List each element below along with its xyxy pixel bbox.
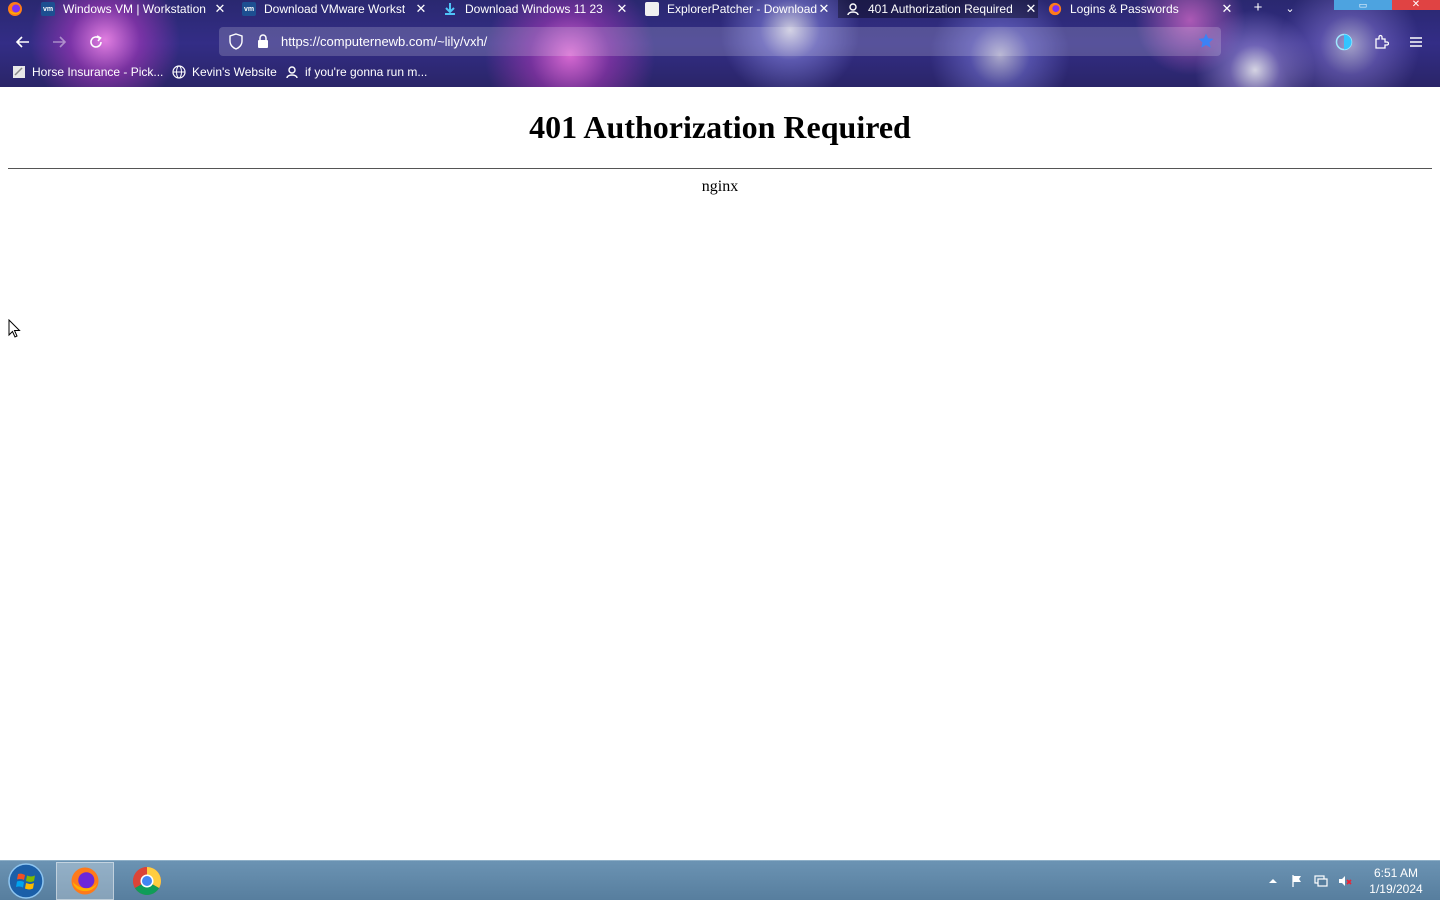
- divider: [8, 168, 1432, 169]
- bookmark-kevins-website[interactable]: Kevin's Website: [172, 63, 277, 81]
- vmware-icon: vm: [242, 2, 256, 16]
- taskbar: 6:51 AM 1/19/2024: [0, 860, 1440, 900]
- half-circle-icon: [1335, 33, 1353, 51]
- reload-button[interactable]: [84, 30, 108, 54]
- lock-icon[interactable]: [256, 33, 270, 50]
- tab-logins-passwords[interactable]: Logins & Passwords ✕: [1048, 0, 1234, 18]
- reload-icon: [90, 35, 102, 48]
- tab-download-windows[interactable]: Download Windows 11 23 ✕: [443, 0, 629, 18]
- bookmark-horse-insurance[interactable]: Horse Insurance - Pick...: [12, 63, 163, 81]
- globe-icon: [172, 65, 186, 79]
- restore-window-button[interactable]: ▭: [1334, 0, 1392, 10]
- user-icon: [285, 65, 299, 79]
- forward-button[interactable]: [47, 30, 71, 54]
- page-icon: [645, 2, 659, 16]
- new-tab-button[interactable]: +: [1250, 0, 1266, 18]
- user-icon: [846, 2, 860, 16]
- close-tab-icon[interactable]: ✕: [817, 1, 831, 17]
- arrow-right-icon: [53, 36, 67, 48]
- app-menu-button[interactable]: [1404, 30, 1428, 54]
- url-bar[interactable]: https://computernewb.com/~lily/vxh/: [219, 27, 1221, 56]
- vpn-button[interactable]: [1332, 30, 1356, 54]
- tab-windows-vm[interactable]: vm Windows VM | Workstation ✕: [41, 0, 227, 18]
- close-tab-icon[interactable]: ✕: [213, 1, 227, 17]
- mouse-cursor-icon: [8, 319, 21, 338]
- taskbar-chrome[interactable]: [118, 862, 176, 900]
- tab-download-vmware[interactable]: vm Download VMware Workst ✕: [242, 0, 428, 18]
- tab-label: ExplorerPatcher - Download: [667, 2, 817, 16]
- puzzle-icon: [1375, 34, 1389, 49]
- close-tab-icon[interactable]: ✕: [1220, 1, 1234, 17]
- chrome-icon: [133, 867, 161, 895]
- server-name: nginx: [701, 178, 739, 195]
- download-icon: [443, 2, 457, 16]
- page-icon: [12, 65, 26, 79]
- tracking-protection-icon[interactable]: [228, 33, 244, 50]
- page-title: 401 Authorization Required: [529, 109, 911, 145]
- tab-explorerpatcher[interactable]: ExplorerPatcher - Download ✕: [645, 0, 831, 18]
- windows-orb-icon: [8, 863, 44, 899]
- firefox-icon: [1048, 2, 1062, 16]
- close-tab-icon[interactable]: ✕: [615, 1, 629, 17]
- arrow-left-icon: [15, 36, 29, 48]
- bookmark-label: Horse Insurance - Pick...: [32, 65, 164, 79]
- firefox-menu-icon[interactable]: [7, 1, 23, 17]
- tab-label: 401 Authorization Required: [868, 2, 1013, 16]
- window-controls: ▭ ✕: [1334, 0, 1440, 10]
- volume-muted-icon[interactable]: [1338, 874, 1352, 888]
- tab-label: Download VMware Workst: [264, 2, 406, 16]
- tab-label: Windows VM | Workstation: [63, 2, 206, 16]
- tab-401-authorization[interactable]: 401 Authorization Required ✕: [838, 0, 1038, 18]
- clock-date: 1/19/2024: [1369, 882, 1423, 896]
- page-content: 401 Authorization Required nginx: [0, 87, 1440, 860]
- clock-time: 6:51 AM: [1373, 866, 1419, 880]
- bookmark-label: Kevin's Website: [192, 65, 277, 79]
- show-hidden-icons-icon[interactable]: [1266, 874, 1280, 888]
- browser-chrome: vm Windows VM | Workstation ✕ vm Downloa…: [0, 0, 1440, 87]
- tab-label: Download Windows 11 23: [465, 2, 603, 16]
- system-clock[interactable]: 6:51 AM 1/19/2024: [1362, 865, 1430, 897]
- start-button[interactable]: [6, 862, 46, 900]
- back-button[interactable]: [11, 30, 35, 54]
- taskbar-firefox[interactable]: [56, 862, 114, 900]
- close-tab-icon[interactable]: ✕: [1024, 1, 1038, 17]
- tab-label: Logins & Passwords: [1070, 2, 1179, 16]
- bookmark-if-youre-gonna-run[interactable]: if you're gonna run m...: [285, 63, 427, 81]
- close-tab-icon[interactable]: ✕: [414, 1, 428, 17]
- vmware-icon: vm: [41, 2, 55, 16]
- extensions-button[interactable]: [1369, 30, 1393, 54]
- list-all-tabs-button[interactable]: ⌄: [1282, 0, 1298, 18]
- close-window-button[interactable]: ✕: [1392, 0, 1440, 10]
- bookmark-star-icon[interactable]: [1197, 32, 1215, 50]
- tab-strip: vm Windows VM | Workstation ✕ vm Downloa…: [0, 0, 1440, 18]
- hamburger-menu-icon: [1410, 37, 1422, 47]
- bookmark-label: if you're gonna run m...: [305, 65, 428, 79]
- action-center-flag-icon[interactable]: [1290, 874, 1304, 888]
- url-text[interactable]: https://computernewb.com/~lily/vxh/: [281, 27, 487, 56]
- network-icon[interactable]: [1314, 874, 1328, 888]
- firefox-icon: [71, 867, 99, 895]
